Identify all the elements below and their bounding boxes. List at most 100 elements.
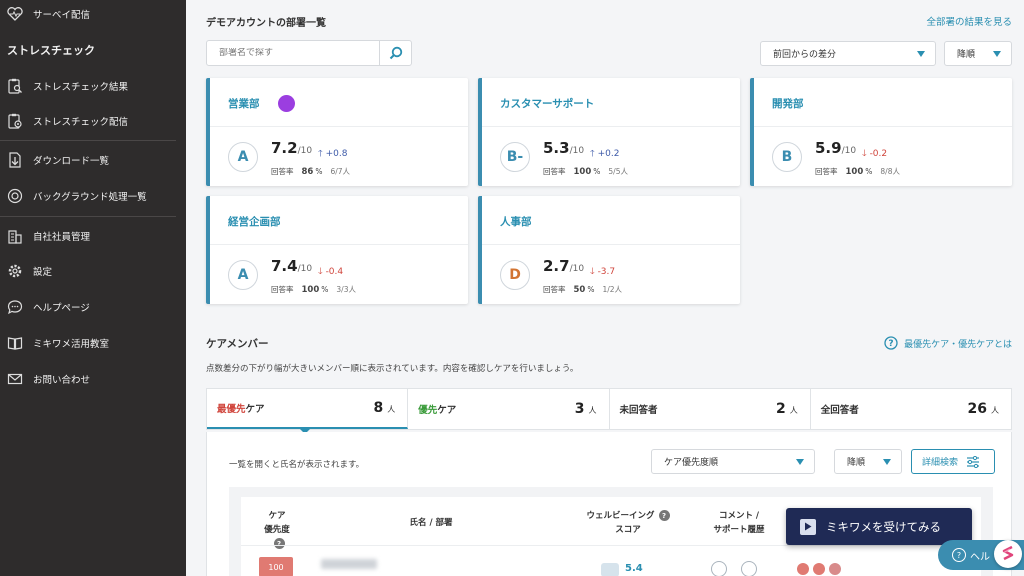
tab-label-suffix: 全回答者 xyxy=(820,405,859,416)
sidebar-divider xyxy=(0,140,176,141)
wellbeing-score-value: 5.4 xyxy=(625,563,643,574)
sidebar-item-help[interactable]: ヘルプページ xyxy=(0,293,186,321)
panel-note: 一覧を開くと氏名が表示されます。 xyxy=(229,460,365,470)
score-value: 5.3/10 xyxy=(543,139,584,157)
department-name[interactable]: 営業部 xyxy=(228,96,260,111)
department-name[interactable]: 人事部 xyxy=(500,214,532,229)
score-denominator: /10 xyxy=(841,146,857,156)
chevron-down-icon xyxy=(796,459,804,465)
sidebar-item-background-jobs[interactable]: バックグラウンド処理一覧 xyxy=(0,182,186,210)
response-count: 1/2人 xyxy=(602,285,623,294)
tab-count-unit: 人 xyxy=(588,406,597,415)
tab-label-suffix: ケア xyxy=(245,404,265,415)
building-icon xyxy=(6,227,24,245)
arrow-down-icon: 🡓 xyxy=(590,267,595,277)
search-icon xyxy=(389,46,402,60)
page-title: デモアカウントの部署一覧 xyxy=(206,18,326,29)
try-mikiwame-button[interactable]: ミキワメを受けてみる xyxy=(786,508,972,545)
diff-sort-select-value: 前回からの差分 xyxy=(773,50,837,60)
header-text: ウェルビーイング xyxy=(586,511,655,521)
score-value: 7.4/10 xyxy=(271,257,312,275)
mail-icon xyxy=(6,370,24,388)
response-rate-unit: % xyxy=(593,167,601,176)
tab-count: 26 人 xyxy=(968,401,999,417)
department-name[interactable]: カスタマーサポート xyxy=(500,96,594,111)
brand-logo-icon[interactable] xyxy=(994,540,1022,568)
sidebar-item-label: バックグラウンド処理一覧 xyxy=(33,192,147,203)
header-line: コメント / xyxy=(718,511,760,521)
arrow-up-icon: 🡑 xyxy=(318,149,323,159)
department-card[interactable]: 営業部 A 7.2/10 🡑 +0.8 回答率 86% 6/7人 xyxy=(206,78,468,186)
status-dot xyxy=(813,563,825,575)
sidebar-item-downloads[interactable]: ダウンロード一覧 xyxy=(0,146,186,174)
detail-search-button[interactable]: 詳細検索 xyxy=(911,449,995,474)
department-name[interactable]: 経営企画部 xyxy=(228,214,281,229)
department-name[interactable]: 開発部 xyxy=(772,96,804,111)
care-description: 点数差分の下がり幅が大きいメンバー順に表示されています。内容を確認しケアを行いま… xyxy=(206,364,579,374)
tab-top-priority-care[interactable]: 最優先ケア 8人 xyxy=(207,389,409,434)
diff-value: -3.7 xyxy=(597,267,616,277)
response-rate-value: 100 xyxy=(573,167,592,177)
response-rate-value: 100 xyxy=(845,167,864,177)
response-rate: 回答率 100% 5/5人 xyxy=(543,166,628,177)
search-button[interactable] xyxy=(379,41,411,65)
sidebar-item-employees[interactable]: 自社社員管理 xyxy=(0,222,186,250)
support-history-icon[interactable] xyxy=(741,561,757,576)
sidebar-section-title: ストレスチェック xyxy=(7,44,95,57)
sidebar-item-label: 設定 xyxy=(33,267,53,278)
response-label: 回答率 xyxy=(543,167,566,176)
blurred-name xyxy=(321,559,377,569)
score-value: 2.7/10 xyxy=(543,257,584,275)
diff-value: -0.2 xyxy=(869,149,888,159)
tab-non-respondents[interactable]: 未回答者 2人 xyxy=(610,389,811,429)
department-card[interactable]: カスタマーサポート B- 5.3/10 🡑 +0.2 回答率 100% 5/5人 xyxy=(478,78,740,186)
diff-sort-select[interactable]: 前回からの差分 xyxy=(760,41,936,66)
comment-icon[interactable] xyxy=(711,561,727,576)
tab-priority-care[interactable]: 優先ケア 3人 xyxy=(408,389,610,429)
response-label: 回答率 xyxy=(543,285,566,294)
department-card[interactable]: 経営企画部 A 7.4/10 🡓 -0.4 回答率 100% 3/3人 xyxy=(206,196,468,304)
department-card[interactable]: 開発部 B 5.9/10 🡓 -0.2 回答率 100% 8/8人 xyxy=(750,78,1012,186)
department-card[interactable]: 人事部 D 2.7/10 🡓 -3.7 回答率 50% 1/2人 xyxy=(478,196,740,304)
care-help-link-label: 最優先ケア・優先ケアとは xyxy=(904,339,1012,350)
diff-value: +0.2 xyxy=(597,149,620,159)
care-order-select-value: 降順 xyxy=(847,458,866,468)
chevron-down-icon xyxy=(883,459,891,465)
sidebar-item-contact[interactable]: お問い合わせ xyxy=(0,365,186,393)
view-all-departments-link[interactable]: 全部署の結果を見る xyxy=(926,14,1012,28)
sidebar-item-stress-result[interactable]: ストレスチェック結果 xyxy=(0,72,186,100)
response-rate-unit: % xyxy=(315,167,323,176)
response-label: 回答率 xyxy=(271,285,294,294)
tab-all-respondents[interactable]: 全回答者 26 人 xyxy=(811,389,1011,429)
background-process-icon xyxy=(6,187,24,205)
tab-label: 未回答者 xyxy=(620,402,658,416)
card-divider xyxy=(754,126,1012,127)
tab-count-number: 3 xyxy=(574,401,585,417)
score-denominator: /10 xyxy=(569,146,585,156)
department-search-input[interactable] xyxy=(207,48,379,58)
sidebar-item-settings[interactable]: 設定 xyxy=(0,257,186,285)
help-label: ヘル xyxy=(970,551,990,563)
order-select[interactable]: 降順 xyxy=(944,41,1012,66)
care-order-select[interactable]: 降順 xyxy=(834,449,902,474)
play-icon xyxy=(800,518,816,535)
question-circle-icon: ? xyxy=(952,548,966,562)
response-rate-unit: % xyxy=(587,285,595,294)
care-help-link[interactable]: ? 最優先ケア・優先ケアとは xyxy=(884,336,1012,350)
tab-count-unit: 人 xyxy=(387,405,396,414)
help-icon[interactable]: ? xyxy=(658,510,670,521)
sidebar-item-classroom[interactable]: ミキワメ活用教室 xyxy=(0,329,186,357)
sidebar-item-stress-delivery[interactable]: ストレスチェック配信 xyxy=(0,107,186,135)
sidebar-item-survey[interactable]: サーベイ配信 xyxy=(0,0,186,28)
tab-count-unit: 人 xyxy=(789,406,798,415)
sidebar: サーベイ配信 ストレスチェック ストレスチェック結果 ストレスチェック配信 ダウ… xyxy=(0,0,186,576)
heart-chart-icon xyxy=(6,5,24,23)
help-icon[interactable]: ? xyxy=(273,538,285,549)
sidebar-item-label: ミキワメ活用教室 xyxy=(33,339,110,350)
tab-label: 全回答者 xyxy=(821,402,859,416)
care-sort-select[interactable]: ケア優先度順 xyxy=(651,449,815,474)
book-icon xyxy=(6,334,24,352)
card-divider xyxy=(482,126,740,127)
card-divider xyxy=(210,244,468,245)
status-dot xyxy=(829,563,841,575)
